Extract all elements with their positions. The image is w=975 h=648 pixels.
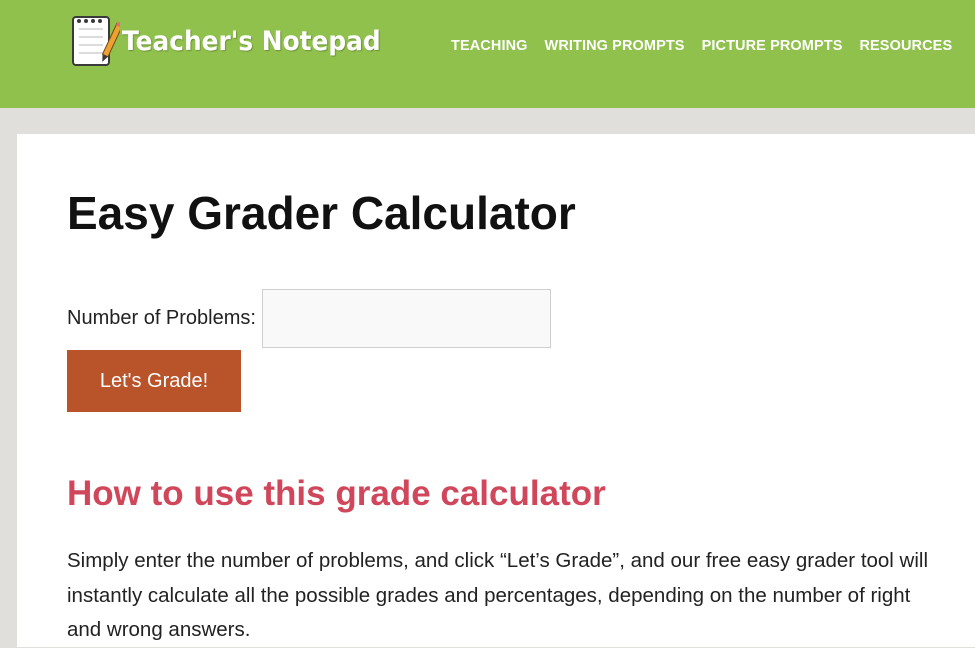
lets-grade-button[interactable]: Let's Grade! [67,350,241,412]
main-content: Easy Grader Calculator Number of Problem… [17,134,975,647]
page-title: Easy Grader Calculator [67,187,576,239]
section-heading: How to use this grade calculator [67,474,606,513]
nav-resources[interactable]: RESOURCES [859,38,952,54]
number-of-problems-input[interactable] [261,289,551,348]
logo-text: Teacher's Notepad [122,25,381,57]
problems-label: Number of Problems: [67,307,256,329]
nav-picture-prompts[interactable]: PICTURE PROMPTS [702,38,843,54]
instructions-paragraph: Simply enter the number of problems, and… [67,549,929,641]
problems-form-row: Number of Problems: [67,289,551,348]
main-nav: TEACHING WRITING PROMPTS PICTURE PROMPTS… [451,38,969,54]
notepad-pencil-icon [70,13,124,69]
nav-writing-prompts[interactable]: WRITING PROMPTS [545,38,685,54]
nav-teaching[interactable]: TEACHING [451,38,528,54]
site-logo[interactable]: Teacher's Notepad [70,13,403,69]
site-header: Teacher's Notepad TEACHING WRITING PROMP… [0,0,975,108]
